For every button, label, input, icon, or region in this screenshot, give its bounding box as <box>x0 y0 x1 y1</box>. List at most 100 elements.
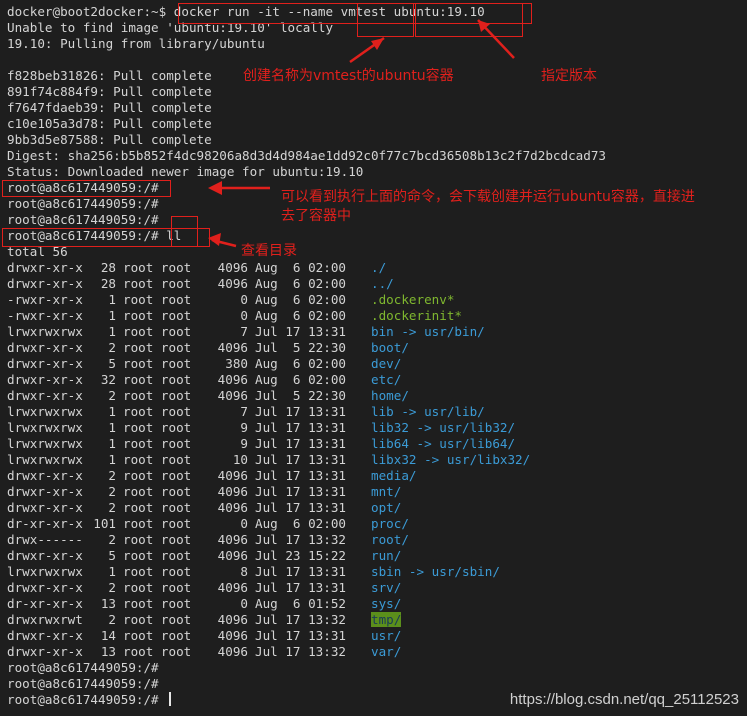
listing-links: 1 <box>108 404 116 419</box>
listing-date: Jul 17 13:31 <box>255 580 346 595</box>
listing-perm: drwxr-xr-x <box>7 356 83 371</box>
listing-perm: lrwxrwxrwx <box>7 436 83 451</box>
listing-owner: root root <box>123 308 192 323</box>
listing-name: boot/ <box>371 340 409 355</box>
listing-row: dr-xr-xr-x 13 root root 0 Aug 6 01:52 sys/ <box>7 596 401 612</box>
listing-owner: root root <box>123 628 192 643</box>
listing-links: 101 <box>93 516 116 531</box>
listing-owner: root root <box>123 516 192 531</box>
listing-perm: drwxr-xr-x <box>7 548 83 563</box>
name-annotation: 创建名称为vmtest的ubuntu容器 <box>243 68 454 84</box>
listing-owner: root root <box>123 596 192 611</box>
listing-owner: root root <box>123 452 192 467</box>
listing-row: drwxr-xr-x 2 root root 4096 Jul 5 22:30 home/ <box>7 388 409 404</box>
listing-size: 4096 <box>217 276 248 291</box>
listing-date: Jul 17 13:31 <box>255 404 346 419</box>
listing-date: Jul 17 13:31 <box>255 468 346 483</box>
listing-name: lib64 -> usr/lib64/ <box>371 436 516 451</box>
listing-date: Jul 23 15:22 <box>255 548 346 563</box>
listing-row: -rwxr-xr-x 1 root root 0 Aug 6 02:00 .dockeri… <box>7 308 462 324</box>
listing-row: drwxr-xr-x 14 root root 4096 Jul 17 13:31 usr… <box>7 628 401 644</box>
listing-size: 4096 <box>217 468 248 483</box>
listing-links: 5 <box>108 548 116 563</box>
listing-size: 4096 <box>217 260 248 275</box>
listing-links: 2 <box>108 580 116 595</box>
listing-date: Jul 17 13:32 <box>255 644 346 659</box>
run-annotation-line1: 可以看到执行上面的命令，会下载创建并运行ubuntu容器，直接进 <box>281 189 695 205</box>
listing-name: home/ <box>371 388 409 403</box>
listing-row: drwxr-xr-x 5 root root 380 Aug 6 02:00 dev/ <box>7 356 401 372</box>
listing-owner: root root <box>123 324 192 339</box>
ll-annotation: 查看目录 <box>241 243 297 259</box>
listing-size: 4096 <box>217 484 248 499</box>
listing-links: 5 <box>108 356 116 371</box>
listing-owner: root root <box>123 388 192 403</box>
listing-row: drwxr-xr-x 13 root root 4096 Jul 17 13:32 var… <box>7 644 401 660</box>
listing-perm: drwxr-xr-x <box>7 388 83 403</box>
listing-date: Jul 17 13:31 <box>255 420 346 435</box>
listing-links: 32 <box>100 372 116 387</box>
listing-size: 4096 <box>217 388 248 403</box>
listing-date: Jul 17 13:31 <box>255 628 346 643</box>
listing-perm: dr-xr-xr-x <box>7 596 83 611</box>
listing-row: drwxr-xr-x 2 root root 4096 Jul 17 13:31 opt/ <box>7 500 401 516</box>
listing-owner: root root <box>123 276 192 291</box>
listing-date: Jul 17 13:31 <box>255 484 346 499</box>
listing-links: 13 <box>100 644 116 659</box>
version-annotation: 指定版本 <box>541 68 597 84</box>
listing-name: root/ <box>371 532 409 547</box>
listing-name: sys/ <box>371 596 402 611</box>
listing-links: 2 <box>108 500 116 515</box>
listing-name: run/ <box>371 548 402 563</box>
listing-row: drwxr-xr-x 32 root root 4096 Aug 6 02:00 etc/ <box>7 372 401 388</box>
listing-owner: root root <box>123 436 192 451</box>
listing-row: dr-xr-xr-x 101 root root 0 Aug 6 02:00 proc/ <box>7 516 409 532</box>
listing-perm: drwxr-xr-x <box>7 628 83 643</box>
listing-date: Aug 6 02:00 <box>255 308 346 323</box>
listing-owner: root root <box>123 564 192 579</box>
listing-row: -rwxr-xr-x 1 root root 0 Aug 6 02:00 .dockere… <box>7 292 454 308</box>
listing-links: 1 <box>108 564 116 579</box>
terminal-line: Digest: sha256:b5b852f4dc98206a8d3d4d984… <box>7 148 606 163</box>
listing-size: 0 <box>240 516 248 531</box>
terminal-line: c10e105a3d78: Pull complete <box>7 116 212 131</box>
prompt-text: root@a8c617449059:/# <box>7 692 167 707</box>
listing-perm: lrwxrwxrwx <box>7 452 83 467</box>
listing-name: ./ <box>371 260 387 275</box>
listing-links: 1 <box>108 324 116 339</box>
listing-name: .dockerenv* <box>371 292 455 307</box>
listing-date: Jul 5 22:30 <box>255 388 346 403</box>
listing-perm: drwxr-xr-x <box>7 372 83 387</box>
listing-links: 2 <box>108 612 116 627</box>
terminal-line: root@a8c617449059:/# <box>7 196 159 211</box>
listing-name: .dockerinit* <box>371 308 462 323</box>
listing-links: 2 <box>108 468 116 483</box>
listing-perm: lrwxrwxrwx <box>7 404 83 419</box>
listing-date: Jul 5 22:30 <box>255 340 346 355</box>
terminal-line: total 56 <box>7 244 68 259</box>
listing-name: etc/ <box>371 372 402 387</box>
listing-row: drwx------ 2 root root 4096 Jul 17 13:32 root… <box>7 532 409 548</box>
listing-owner: root root <box>123 404 192 419</box>
listing-size: 4096 <box>217 372 248 387</box>
listing-links: 13 <box>100 596 116 611</box>
listing-links: 1 <box>108 420 116 435</box>
terminal-line: Status: Downloaded newer image for ubunt… <box>7 164 364 179</box>
listing-name: libx32 -> usr/libx32/ <box>371 452 531 467</box>
listing-size: 9 <box>240 436 248 451</box>
terminal-line: 9bb3d5e87588: Pull complete <box>7 132 212 147</box>
listing-size: 4096 <box>217 628 248 643</box>
listing-owner: root root <box>123 356 192 371</box>
terminal-line: root@a8c617449059:/# <box>7 212 159 227</box>
listing-perm: drwxr-xr-x <box>7 580 83 595</box>
listing-row: drwxr-xr-x 2 root root 4096 Jul 5 22:30 boot/ <box>7 340 409 356</box>
terminal-line: f828beb31826: Pull complete <box>7 68 212 83</box>
listing-perm: drwxr-xr-x <box>7 468 83 483</box>
terminal-line: f7647fdaeb39: Pull complete <box>7 100 212 115</box>
listing-owner: root root <box>123 500 192 515</box>
run-annotation-line2: 去了容器中 <box>281 208 351 224</box>
listing-date: Aug 6 02:00 <box>255 356 346 371</box>
listing-name: tmp/ <box>371 612 402 627</box>
terminal-window[interactable]: docker@boot2docker:~$ docker run -it --n… <box>0 0 747 716</box>
listing-links: 28 <box>100 276 116 291</box>
